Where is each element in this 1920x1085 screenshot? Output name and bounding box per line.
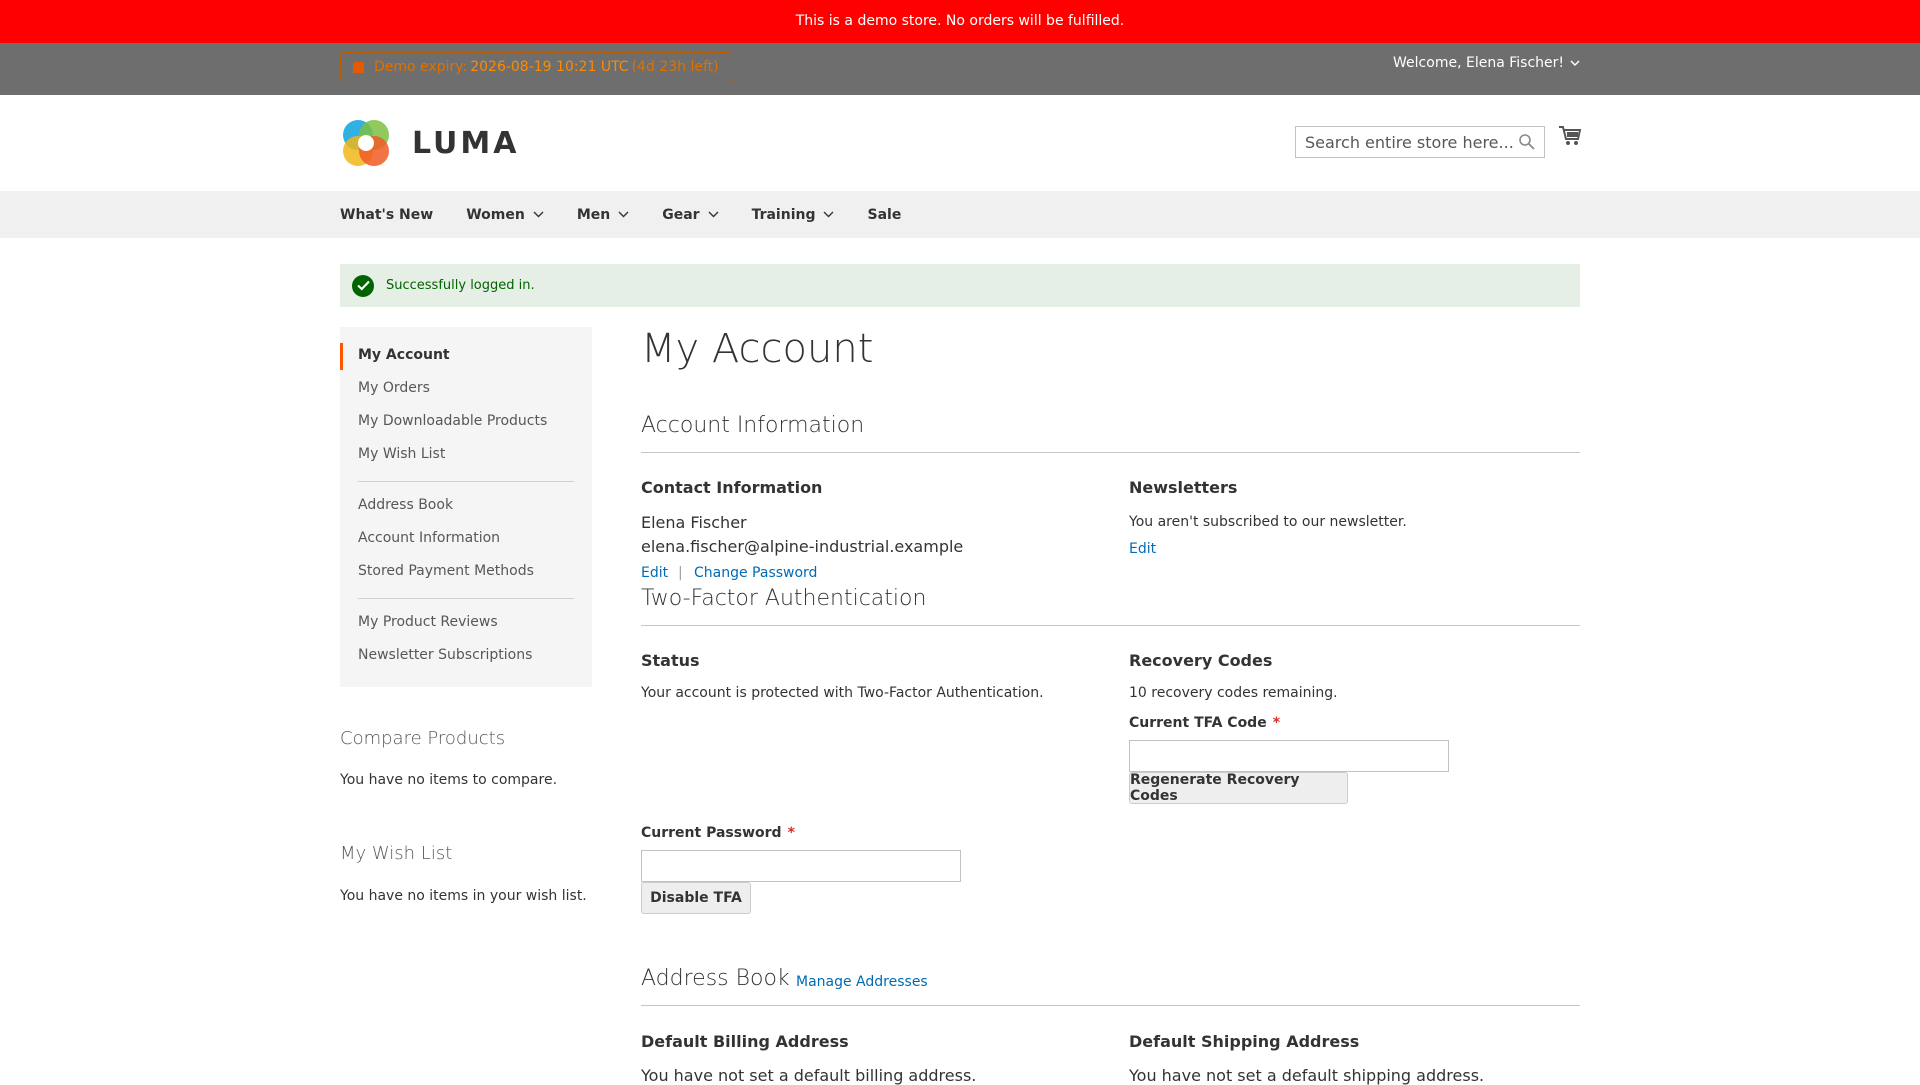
welcome-menu[interactable]: Welcome, Elena Fischer! (1393, 55, 1580, 71)
sidebar-divider (358, 598, 574, 599)
tfa-title: Two-Factor Authentication (641, 586, 927, 611)
recovery-codes-title: Recovery Codes (1129, 651, 1273, 670)
sidebar-divider (358, 481, 574, 482)
nav-item-men[interactable]: Men (577, 207, 629, 223)
panel-header: Demo expiry: 2026-08-19 10:21 UTC (4d 23… (0, 43, 1920, 95)
page-title: My Account (641, 326, 874, 372)
tfa-code-input[interactable] (1129, 740, 1449, 772)
chevron-down-icon (618, 211, 629, 218)
nav-label: Women (466, 206, 525, 223)
expiry-square-icon (353, 61, 364, 73)
tfa-status-title: Status (641, 651, 700, 670)
chevron-down-icon (708, 211, 719, 218)
logo-text: LUMA (412, 125, 520, 161)
logo[interactable]: LUMA (340, 117, 519, 169)
main-navigation: What's New Women Men Gear Training Sale (0, 191, 1920, 238)
expiry-date: 2026-08-19 10:21 UTC (470, 59, 629, 75)
required-mark: * (1272, 715, 1281, 731)
sidebar-item-wish-list[interactable]: My Wish List (358, 446, 445, 462)
expiry-left: (4d 23h left) (631, 59, 719, 75)
contact-name: Elena Fischer (641, 513, 747, 532)
section-divider (641, 452, 1580, 453)
site-header: LUMA Search entire store here... (0, 95, 1920, 191)
default-shipping-title: Default Shipping Address (1129, 1032, 1360, 1051)
nav-item-sale[interactable]: Sale (867, 207, 901, 223)
sidebar-item-newsletter-subscriptions[interactable]: Newsletter Subscriptions (358, 647, 532, 663)
tfa-code-label: Current TFA Code * (1129, 715, 1281, 731)
default-billing-text: You have not set a default billing addre… (641, 1066, 977, 1085)
nav-label: Gear (662, 206, 700, 223)
default-billing-title: Default Billing Address (641, 1032, 849, 1051)
required-mark: * (787, 825, 795, 841)
luma-logo-icon (343, 120, 389, 166)
regenerate-recovery-codes-button[interactable]: Regenerate Recovery Codes (1129, 772, 1348, 804)
contact-email: elena.fischer@alpine-industrial.example (641, 537, 964, 556)
sidebar-item-account-information[interactable]: Account Information (358, 530, 500, 546)
search-placeholder: Search entire store here... (1305, 132, 1514, 152)
welcome-text: Welcome, Elena Fischer! (1393, 55, 1564, 71)
account-information-title: Account Information (641, 413, 865, 438)
current-password-label: Current Password * (641, 825, 795, 841)
edit-contact-link[interactable]: Edit (641, 565, 668, 581)
section-divider (641, 1005, 1580, 1006)
change-password-link[interactable]: Change Password (694, 565, 817, 581)
success-text: Successfully logged in. (386, 278, 535, 293)
expiry-label: Demo expiry: (374, 59, 468, 75)
link-separator: | (678, 565, 683, 581)
compare-products-text: You have no items to compare. (340, 772, 558, 788)
search-input[interactable]: Search entire store here... (1295, 126, 1545, 158)
chevron-down-icon (823, 211, 834, 218)
cart-icon[interactable] (1558, 125, 1582, 147)
check-icon (352, 274, 374, 297)
wishlist-block-title: My Wish List (340, 843, 453, 864)
nav-label: Sale (867, 206, 902, 223)
section-divider (641, 625, 1580, 626)
sidebar-item-product-reviews[interactable]: My Product Reviews (358, 614, 498, 630)
manage-addresses-link[interactable]: Manage Addresses (796, 974, 928, 990)
demo-notice: This is a demo store. No orders will be … (0, 0, 1920, 43)
newsletters-title: Newsletters (1129, 478, 1238, 497)
disable-tfa-button[interactable]: Disable TFA (641, 882, 751, 914)
chevron-down-icon (1570, 59, 1580, 66)
wishlist-block-text: You have no items in your wish list. (340, 888, 587, 904)
recovery-codes-text: 10 recovery codes remaining. (1129, 685, 1338, 701)
nav-item-gear[interactable]: Gear (662, 206, 719, 223)
sidebar-item-address-book[interactable]: Address Book (358, 497, 453, 513)
compare-products-title: Compare Products (340, 728, 506, 749)
tfa-status-text: Your account is protected with Two-Facto… (641, 685, 1044, 701)
nav-label: Training (751, 206, 816, 223)
account-sidebar: My Account My Orders My Downloadable Pro… (340, 327, 592, 687)
default-shipping-text: You have not set a default shipping addr… (1129, 1066, 1485, 1085)
sidebar-item-downloadable-products[interactable]: My Downloadable Products (358, 413, 547, 429)
nav-item-training[interactable]: Training (752, 207, 835, 223)
address-book-title: Address Book (641, 966, 790, 991)
newsletters-text: You aren't subscribed to our newsletter. (1129, 514, 1407, 530)
nav-label: What's New (340, 206, 434, 223)
demo-expiry-badge: Demo expiry: 2026-08-19 10:21 UTC (4d 23… (340, 52, 732, 82)
nav-item-whats-new[interactable]: What's New (340, 207, 433, 223)
success-message: Successfully logged in. (340, 264, 1580, 307)
sidebar-item-my-account[interactable]: My Account (358, 347, 450, 363)
nav-item-women[interactable]: Women (466, 207, 544, 223)
edit-newsletters-link[interactable]: Edit (1129, 541, 1156, 557)
chevron-down-icon (533, 211, 544, 218)
nav-label: Men (576, 206, 611, 223)
search-icon[interactable] (1518, 133, 1536, 151)
active-indicator (340, 343, 343, 370)
sidebar-item-stored-payment-methods[interactable]: Stored Payment Methods (358, 563, 534, 579)
current-password-input[interactable] (641, 850, 961, 882)
sidebar-item-my-orders[interactable]: My Orders (358, 380, 430, 396)
contact-information-title: Contact Information (641, 478, 823, 497)
